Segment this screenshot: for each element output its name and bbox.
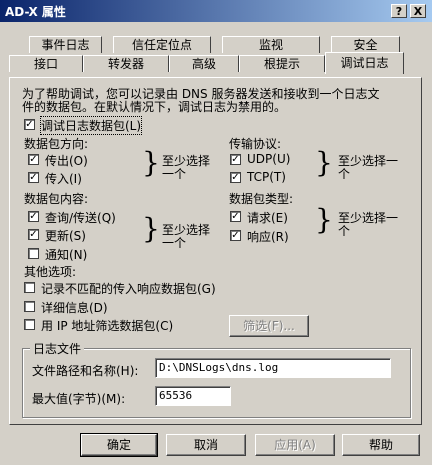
contents-brace-icon: } (142, 212, 160, 245)
update-label[interactable]: 更新(S) (45, 227, 86, 244)
tab-interfaces[interactable]: 接口 (9, 55, 83, 72)
tab-debug-logging[interactable]: 调试日志 (325, 52, 404, 74)
outgoing-label[interactable]: 传出(O) (45, 152, 88, 169)
max-size-input[interactable]: 65536 (155, 386, 231, 406)
packet-type-brace-icon: } (315, 203, 333, 236)
filter-ip-checkbox[interactable] (24, 319, 35, 330)
log-packets-checkbox[interactable]: ✓ (24, 119, 35, 130)
response-checkbox[interactable]: ✓ (230, 230, 241, 241)
query-label[interactable]: 查询/传送(Q) (45, 209, 116, 226)
help-icon[interactable]: ? (391, 4, 407, 18)
tcp-checkbox[interactable]: ✓ (230, 172, 241, 183)
path-label: 文件路径和名称(H): (32, 364, 139, 378)
direction-brace-icon: } (142, 146, 160, 179)
protocol-brace-icon: } (315, 146, 333, 179)
cancel-button[interactable]: 取消 (166, 434, 246, 456)
udp-label[interactable]: UDP(U) (247, 152, 290, 166)
protocol-heading: 传输协议: (229, 137, 282, 151)
filter-button[interactable]: 筛选(F)... (229, 315, 309, 337)
log-packets-label[interactable]: 调试日志数据包(L) (39, 116, 143, 135)
update-checkbox[interactable]: ✓ (28, 229, 39, 240)
tab-forwarders[interactable]: 转发器 (83, 55, 169, 72)
tab-event-log[interactable]: 事件日志 (29, 36, 102, 53)
packet-type-note-2: 个 (338, 224, 351, 238)
tab-security[interactable]: 安全 (331, 36, 400, 53)
request-checkbox[interactable]: ✓ (230, 211, 241, 222)
tcp-label[interactable]: TCP(T) (247, 170, 286, 184)
title-bar[interactable]: AD-X 属性 ? X (0, 0, 432, 22)
direction-heading: 数据包方向: (24, 137, 89, 151)
packet-type-heading: 数据包类型: (229, 192, 294, 206)
description-line-2: 件的数据包。在默认情况下，调试日志为禁用的。 (22, 100, 287, 114)
contents-heading: 数据包内容: (24, 192, 89, 206)
tab-root-hints[interactable]: 根提示 (239, 55, 325, 72)
apply-button[interactable]: 应用(A) (255, 434, 335, 456)
close-icon[interactable]: X (410, 4, 426, 18)
unmatched-label[interactable]: 记录不匹配的传入响应数据包(G) (41, 280, 216, 297)
log-file-heading: 日志文件 (30, 340, 85, 357)
max-size-label: 最大值(字节)(M): (32, 392, 126, 406)
request-label[interactable]: 请求(E) (247, 209, 288, 226)
filter-ip-label[interactable]: 用 IP 地址筛选数据包(C) (41, 317, 173, 334)
unmatched-checkbox[interactable] (24, 282, 35, 293)
notify-checkbox[interactable] (28, 248, 39, 259)
protocol-note-2: 个 (338, 167, 351, 181)
tab-trust-anchors[interactable]: 信任定位点 (113, 36, 211, 53)
query-checkbox[interactable]: ✓ (28, 211, 39, 222)
tab-monitoring[interactable]: 监视 (222, 36, 320, 53)
direction-note-2: 一个 (162, 167, 187, 181)
ok-button[interactable]: 确定 (80, 433, 158, 457)
response-label[interactable]: 响应(R) (247, 228, 289, 245)
path-input[interactable]: D:\DNSLogs\dns.log (155, 358, 391, 378)
other-heading: 其他选项: (24, 265, 77, 279)
outgoing-checkbox[interactable]: ✓ (28, 154, 39, 165)
window-title: AD-X 属性 (5, 5, 66, 19)
tab-advanced[interactable]: 高级 (169, 55, 239, 72)
details-checkbox[interactable] (24, 301, 35, 312)
incoming-checkbox[interactable]: ✓ (28, 172, 39, 183)
help-button[interactable]: 帮助 (342, 434, 420, 456)
contents-note-2: 一个 (162, 236, 187, 250)
udp-checkbox[interactable]: ✓ (230, 154, 241, 165)
incoming-label[interactable]: 传入(I) (45, 170, 82, 187)
notify-label[interactable]: 通知(N) (45, 246, 87, 263)
details-label[interactable]: 详细信息(D) (41, 299, 108, 316)
